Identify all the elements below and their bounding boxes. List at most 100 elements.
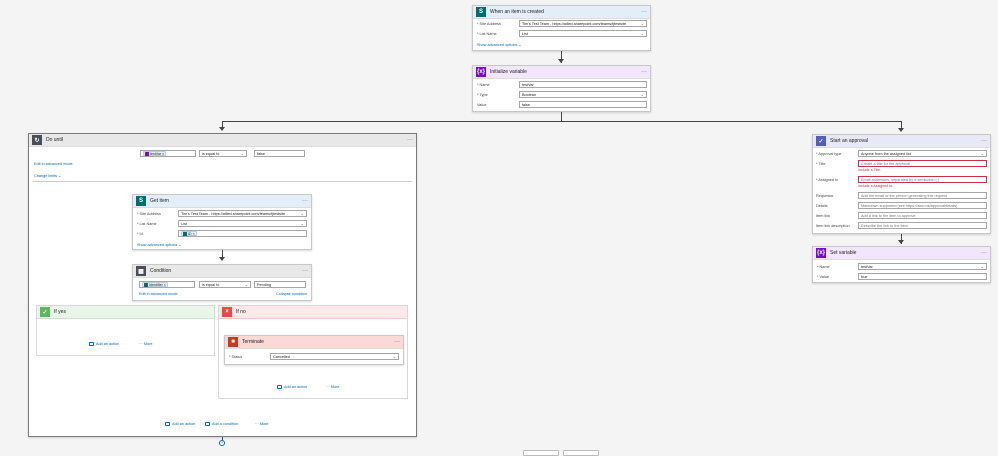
do-until-left-operand[interactable]: testVar × (140, 150, 196, 157)
sharepoint-icon (183, 231, 187, 236)
chevron-down-icon[interactable]: ⌄ (641, 31, 644, 36)
edit-advanced-mode-link[interactable]: Edit in advanced mode (34, 162, 73, 166)
chevron-down-icon[interactable]: ⌄ (641, 21, 644, 26)
more-button[interactable]: ··· More (326, 385, 340, 389)
initialize-variable-card[interactable]: {x} Initialize variable ··· * Name testV… (472, 65, 651, 112)
chevron-down-icon[interactable]: ⌄ (301, 221, 304, 226)
chevron-down-icon[interactable]: ⌄ (245, 282, 248, 287)
get-item-site-field[interactable]: Tim's Test Team - https://allied.sharepo… (178, 210, 307, 217)
terminate-status-field[interactable]: Cancelled ⌄ (270, 353, 399, 360)
init-var-header[interactable]: {x} Initialize variable ··· (473, 66, 650, 79)
set-var-name-field[interactable]: testVar ⌄ (858, 263, 987, 270)
bottom-toolbar-button[interactable] (563, 450, 599, 456)
show-advanced-options-link[interactable]: Show advanced options ⌄ (477, 42, 522, 47)
assigned-to-label: * Assigned to (816, 178, 839, 182)
id-token[interactable]: ID × (181, 231, 197, 236)
condition-menu-button[interactable]: ··· (302, 268, 308, 274)
approval-type-field[interactable]: Anyone from the assigned list ⌄ (858, 150, 987, 157)
list-name-field[interactable]: List ⌄ (519, 30, 647, 37)
add-condition-icon (205, 422, 210, 426)
do-until-value-field[interactable]: false (254, 150, 305, 157)
variable-icon (145, 151, 149, 156)
trigger-header[interactable]: S When an item is created ··· (473, 6, 650, 19)
chevron-down-icon[interactable]: ⌄ (393, 354, 396, 359)
divider (33, 181, 412, 182)
set-var-header[interactable]: {x} Set variable ··· (813, 247, 990, 260)
start-approval-card[interactable]: ✓ Start an approval ··· * Approval type … (812, 134, 991, 234)
assigned-error-message: Include a Assigned to. (858, 184, 894, 188)
if-no-header[interactable]: × If no (219, 306, 407, 319)
do-until-header[interactable]: ↻ Do until ··· (29, 134, 416, 147)
assigned-to-input[interactable]: Email addresses, separated by a semicolo… (858, 176, 987, 183)
approval-header[interactable]: ✓ Start an approval ··· (813, 135, 990, 148)
condition-value-field[interactable]: Pending (254, 281, 306, 288)
if-yes-header[interactable]: ✓ If yes (37, 306, 214, 319)
init-var-menu-button[interactable]: ··· (641, 69, 647, 75)
chevron-down-icon[interactable]: ⌄ (301, 211, 304, 216)
approval-title-input[interactable]: Create a title for the approval (858, 160, 987, 167)
details-input[interactable]: Markdown supported (see https://aka.ms/a… (858, 202, 987, 209)
condition-operator[interactable]: is equal to ⌄ (199, 281, 251, 288)
do-until-menu-button[interactable]: ··· (407, 137, 413, 143)
insert-step-button[interactable]: + (219, 440, 225, 446)
condition-title: Condition (150, 268, 172, 274)
requestor-input[interactable]: Add the email of the person generating t… (858, 192, 987, 199)
var-type-field[interactable]: Boolean ⌄ (519, 91, 647, 98)
add-action-button[interactable]: Add an action (89, 342, 119, 346)
edit-advanced-mode-link[interactable]: Edit in advanced mode (139, 292, 178, 296)
item-link-description-input[interactable]: Describe the link to the item (858, 222, 987, 229)
condition-card[interactable]: ▦ Condition ··· Identifier × is equal to… (132, 264, 312, 301)
collapse-condition-link[interactable]: Collapse condition (276, 292, 307, 296)
get-item-card[interactable]: S Get item ··· * Site Address Tim's Test… (132, 194, 312, 250)
change-limits-text: Change limits (34, 174, 58, 178)
do-until-card[interactable]: ↻ Do until ··· testVar × is equal to ⌄ fa… (28, 133, 417, 437)
set-var-title: Set variable (830, 250, 857, 256)
add-action-button[interactable]: Add an action (165, 422, 195, 426)
do-until-operator[interactable]: is equal to ⌄ (199, 150, 247, 157)
chevron-down-icon[interactable]: ⌄ (641, 92, 644, 97)
add-action-icon (165, 422, 170, 426)
terminate-menu-button[interactable]: ··· (394, 339, 400, 345)
compare-value: false (257, 151, 266, 156)
identifier-token[interactable]: Identifier × (142, 282, 168, 287)
terminate-header[interactable]: ■ Terminate ··· (225, 336, 403, 349)
chevron-down-icon[interactable]: ⌄ (241, 151, 244, 156)
more-button[interactable]: ··· More (139, 342, 153, 346)
list-name-label: * List Name (137, 222, 157, 226)
var-name-value: testVar (522, 82, 534, 87)
more-button[interactable]: ··· More (255, 422, 269, 426)
set-var-menu-button[interactable]: ··· (981, 250, 987, 256)
more-label: More (143, 342, 153, 346)
requestor-placeholder: Add the email of the person generating t… (861, 193, 948, 198)
add-action-icon (89, 342, 94, 346)
var-value-field[interactable]: false (519, 101, 647, 108)
approval-menu-button[interactable]: ··· (981, 138, 987, 144)
get-item-header[interactable]: S Get item ··· (133, 195, 311, 208)
item-link-input[interactable]: Add a link to the item to approve (858, 212, 987, 219)
do-until-title: Do until (46, 137, 63, 143)
if-yes-branch: ✓ If yes Add an action ··· More (36, 305, 215, 356)
site-address-field[interactable]: Tim's Test Team - https://allied.sharepo… (519, 20, 647, 27)
change-limits-link[interactable]: Change limits ⌄ (34, 173, 61, 178)
get-item-id-field[interactable]: ID × (178, 230, 307, 237)
item-link-description-placeholder: Describe the link to the item (861, 223, 908, 228)
show-advanced-options-link[interactable]: Show advanced options ⌄ (137, 242, 182, 247)
set-var-value-field[interactable]: true (858, 273, 987, 280)
get-item-list-field[interactable]: List ⌄ (178, 220, 307, 227)
condition-left-operand[interactable]: Identifier × (139, 281, 195, 288)
chevron-down-icon[interactable]: ⌄ (981, 151, 984, 156)
testvar-token[interactable]: testVar × (143, 151, 167, 156)
bottom-toolbar-button[interactable] (523, 450, 559, 456)
get-item-menu-button[interactable]: ··· (302, 198, 308, 204)
terminate-card[interactable]: ■ Terminate ··· * Status Cancelled ⌄ (224, 335, 404, 365)
var-name-field[interactable]: testVar (519, 81, 647, 88)
var-type-label: * Type (477, 93, 488, 97)
trigger-card[interactable]: S When an item is created ··· * Site Add… (472, 5, 651, 51)
add-action-button[interactable]: Add an action (277, 385, 307, 389)
condition-header[interactable]: ▦ Condition ··· (133, 265, 311, 278)
set-variable-card[interactable]: {x} Set variable ··· * Name testVar ⌄ * V… (812, 246, 991, 283)
site-address-label: * Site Address (137, 212, 161, 216)
add-condition-button[interactable]: Add a condition (205, 422, 238, 426)
trigger-menu-button[interactable]: ··· (641, 9, 647, 15)
chevron-down-icon[interactable]: ⌄ (981, 264, 984, 269)
